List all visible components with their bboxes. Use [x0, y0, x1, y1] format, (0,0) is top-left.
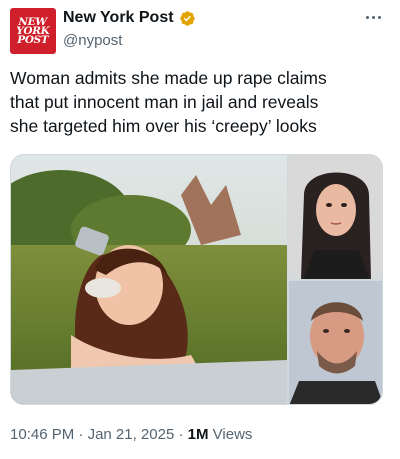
name-row: New York Post	[63, 9, 196, 27]
woman-lying-in-grass-photo[interactable]	[11, 155, 287, 404]
woman-mugshot-photo[interactable]	[289, 155, 382, 279]
tweet-media-grid[interactable]	[10, 154, 383, 405]
more-options-icon[interactable]	[366, 12, 386, 22]
verified-badge-icon	[179, 10, 196, 27]
meta-separator: ·	[178, 426, 184, 443]
man-mugshot-photo[interactable]	[289, 281, 382, 404]
tweet-time[interactable]: 10:46 PM	[10, 426, 74, 443]
tweet-metadata: 10:46 PM · Jan 21, 2025 · 1M Views	[10, 426, 252, 443]
nypost-avatar[interactable]: NEW YORK POST	[10, 8, 56, 54]
tweet-header: NEW YORK POST New York Post @nypost	[10, 8, 390, 54]
meta-separator: ·	[78, 426, 84, 443]
tweet-date[interactable]: Jan 21, 2025	[88, 426, 175, 443]
avatar-line-3: POST	[17, 34, 49, 46]
views-count: 1M	[187, 426, 209, 443]
display-name[interactable]: New York Post	[63, 9, 174, 27]
tweet-text: Woman admits she made up rape claims tha…	[10, 68, 327, 136]
account-handle[interactable]: @nypost	[63, 32, 122, 49]
views-label: Views	[212, 426, 253, 443]
